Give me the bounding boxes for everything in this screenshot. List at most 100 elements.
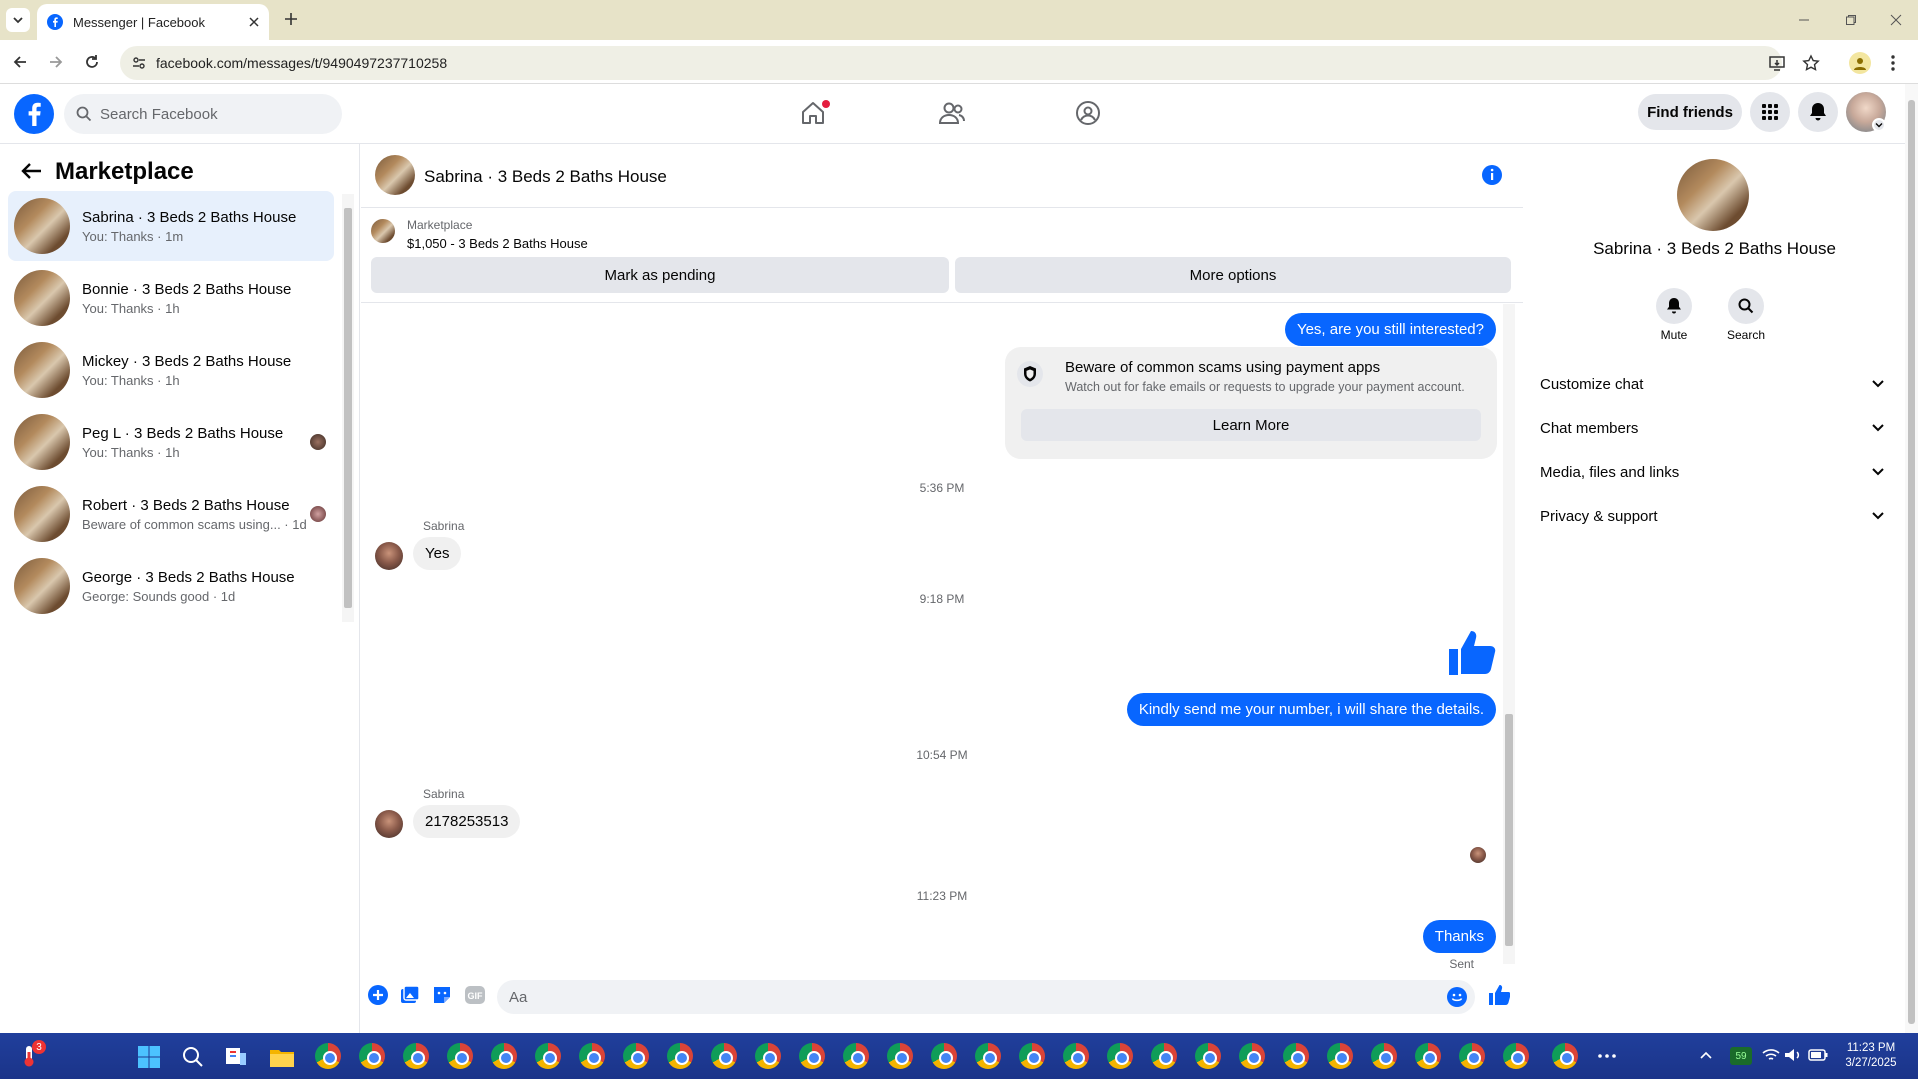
chrome-taskbar-icon[interactable]: [667, 1043, 693, 1069]
active-tab[interactable]: Messenger | Facebook: [37, 4, 269, 40]
chrome-taskbar-icon[interactable]: [843, 1043, 869, 1069]
site-settings-icon[interactable]: [132, 56, 146, 70]
sidebar-scrollbar[interactable]: [342, 194, 354, 622]
groups-icon[interactable]: [1075, 100, 1101, 126]
back-arrow-icon[interactable]: [20, 162, 42, 180]
conversation-item[interactable]: Sabrina · 3 Beds 2 Baths House You: Thank…: [8, 191, 334, 261]
facebook-logo-icon[interactable]: [14, 94, 54, 134]
bookmark-star-icon[interactable]: [1802, 54, 1820, 72]
forward-icon[interactable]: [48, 54, 64, 70]
battery-badge[interactable]: 59: [1730, 1047, 1752, 1065]
chrome-taskbar-icon[interactable]: [1459, 1043, 1485, 1069]
chrome-taskbar-icon[interactable]: [535, 1043, 561, 1069]
listing-detail[interactable]: $1,050 - 3 Beds 2 Baths House: [407, 236, 588, 251]
chrome-taskbar-icon[interactable]: [1063, 1043, 1089, 1069]
file-explorer-icon[interactable]: [269, 1046, 295, 1068]
info-icon[interactable]: [1481, 164, 1503, 186]
new-tab-icon[interactable]: [284, 12, 298, 26]
more-apps-icon[interactable]: [1598, 1054, 1616, 1058]
account-chevron-icon[interactable]: [1872, 118, 1886, 132]
taskbar-clock[interactable]: 11:23 PM 3/27/2025: [1836, 1041, 1906, 1071]
chrome-taskbar-icon[interactable]: [315, 1043, 341, 1069]
chat-title[interactable]: Sabrina · 3 Beds 2 Baths House: [424, 167, 667, 187]
incoming-message[interactable]: Yes: [413, 537, 462, 570]
chrome-taskbar-icon[interactable]: [1415, 1043, 1441, 1069]
page-scrollbar[interactable]: [1905, 84, 1918, 1033]
volume-icon[interactable]: [1784, 1048, 1802, 1062]
customize-chat-section[interactable]: Customize chat: [1540, 364, 1890, 404]
sender-avatar[interactable]: [375, 542, 403, 570]
outgoing-message[interactable]: Yes, are you still interested?: [1284, 313, 1496, 346]
privacy-support-section[interactable]: Privacy & support: [1540, 496, 1890, 536]
gif-icon[interactable]: GIF: [464, 985, 486, 1005]
chrome-taskbar-icon[interactable]: [1151, 1043, 1177, 1069]
find-friends-button[interactable]: Find friends: [1638, 94, 1742, 130]
sticker-icon[interactable]: [432, 985, 452, 1005]
chrome-taskbar-icon[interactable]: [1019, 1043, 1045, 1069]
chrome-taskbar-icon[interactable]: [975, 1043, 1001, 1069]
search-conversation-button[interactable]: [1728, 288, 1764, 324]
chrome-taskbar-icon[interactable]: [1503, 1043, 1529, 1069]
conversation-item[interactable]: Mickey · 3 Beds 2 Baths House You: Thanks…: [8, 335, 334, 405]
facebook-search-input[interactable]: Search Facebook: [64, 94, 342, 134]
conversation-item[interactable]: George · 3 Beds 2 Baths House George: Sou…: [8, 551, 334, 621]
learn-more-button[interactable]: Learn More: [1021, 409, 1481, 441]
windows-start-icon[interactable]: [137, 1045, 161, 1069]
page-scroll-thumb[interactable]: [1908, 100, 1915, 1024]
tab-search-button[interactable]: [6, 8, 30, 32]
minimize-icon[interactable]: [1798, 14, 1810, 26]
chrome-taskbar-icon[interactable]: [1552, 1043, 1578, 1069]
conversation-item[interactable]: Bonnie · 3 Beds 2 Baths House You: Thanks…: [8, 263, 334, 333]
chrome-taskbar-icon[interactable]: [403, 1043, 429, 1069]
thumbs-up-icon[interactable]: [1446, 627, 1498, 677]
close-tab-icon[interactable]: [249, 17, 259, 27]
taskbar-search-icon[interactable]: [182, 1046, 204, 1068]
close-window-icon[interactable]: [1890, 14, 1902, 26]
chat-scrollbar[interactable]: [1503, 304, 1515, 964]
task-view-icon[interactable]: [224, 1045, 248, 1069]
chrome-taskbar-icon[interactable]: [711, 1043, 737, 1069]
chrome-taskbar-icon[interactable]: [1107, 1043, 1133, 1069]
profile-thumbnail[interactable]: [1677, 159, 1749, 231]
chevron-up-icon[interactable]: [1700, 1051, 1712, 1059]
chrome-taskbar-icon[interactable]: [755, 1043, 781, 1069]
chrome-taskbar-icon[interactable]: [579, 1043, 605, 1069]
chrome-taskbar-icon[interactable]: [623, 1043, 649, 1069]
like-send-icon[interactable]: [1488, 984, 1510, 1006]
chrome-taskbar-icon[interactable]: [1327, 1043, 1353, 1069]
back-icon[interactable]: [12, 54, 28, 70]
chrome-taskbar-icon[interactable]: [359, 1043, 385, 1069]
chrome-taskbar-icon[interactable]: [799, 1043, 825, 1069]
notifications-button[interactable]: [1798, 92, 1838, 132]
chrome-taskbar-icon[interactable]: [1239, 1043, 1265, 1069]
conversation-item[interactable]: Peg L · 3 Beds 2 Baths House You: Thanks …: [8, 407, 334, 477]
chrome-taskbar-icon[interactable]: [887, 1043, 913, 1069]
address-bar[interactable]: facebook.com/messages/t/9490497237710258: [120, 46, 1782, 80]
profile-icon[interactable]: [1849, 52, 1871, 74]
chat-avatar[interactable]: [375, 155, 415, 195]
message-input[interactable]: Aa: [497, 980, 1475, 1014]
install-app-icon[interactable]: [1768, 54, 1786, 72]
conversation-item[interactable]: Robert · 3 Beds 2 Baths House Beware of c…: [8, 479, 334, 549]
menu-button[interactable]: [1750, 92, 1790, 132]
browser-menu-icon[interactable]: [1890, 54, 1896, 72]
sidebar-scroll-thumb[interactable]: [344, 208, 352, 608]
incoming-message[interactable]: 2178253513: [413, 805, 521, 838]
chrome-taskbar-icon[interactable]: [1195, 1043, 1221, 1069]
media-files-links-section[interactable]: Media, files and links: [1540, 452, 1890, 492]
emoji-icon[interactable]: [1447, 987, 1467, 1007]
friends-icon[interactable]: [938, 100, 966, 126]
chrome-taskbar-icon[interactable]: [447, 1043, 473, 1069]
chrome-taskbar-icon[interactable]: [491, 1043, 517, 1069]
outgoing-message[interactable]: Kindly send me your number, i will share…: [1126, 693, 1496, 726]
plus-circle-icon[interactable]: [368, 985, 388, 1005]
chrome-taskbar-icon[interactable]: [931, 1043, 957, 1069]
wifi-icon[interactable]: [1762, 1048, 1780, 1062]
more-options-button[interactable]: More options: [955, 257, 1511, 293]
photo-icon[interactable]: [400, 985, 420, 1005]
battery-icon[interactable]: [1808, 1048, 1828, 1062]
chat-scroll-thumb[interactable]: [1505, 714, 1513, 946]
sender-avatar[interactable]: [375, 810, 403, 838]
chrome-taskbar-icon[interactable]: [1371, 1043, 1397, 1069]
chrome-taskbar-icon[interactable]: [1283, 1043, 1309, 1069]
